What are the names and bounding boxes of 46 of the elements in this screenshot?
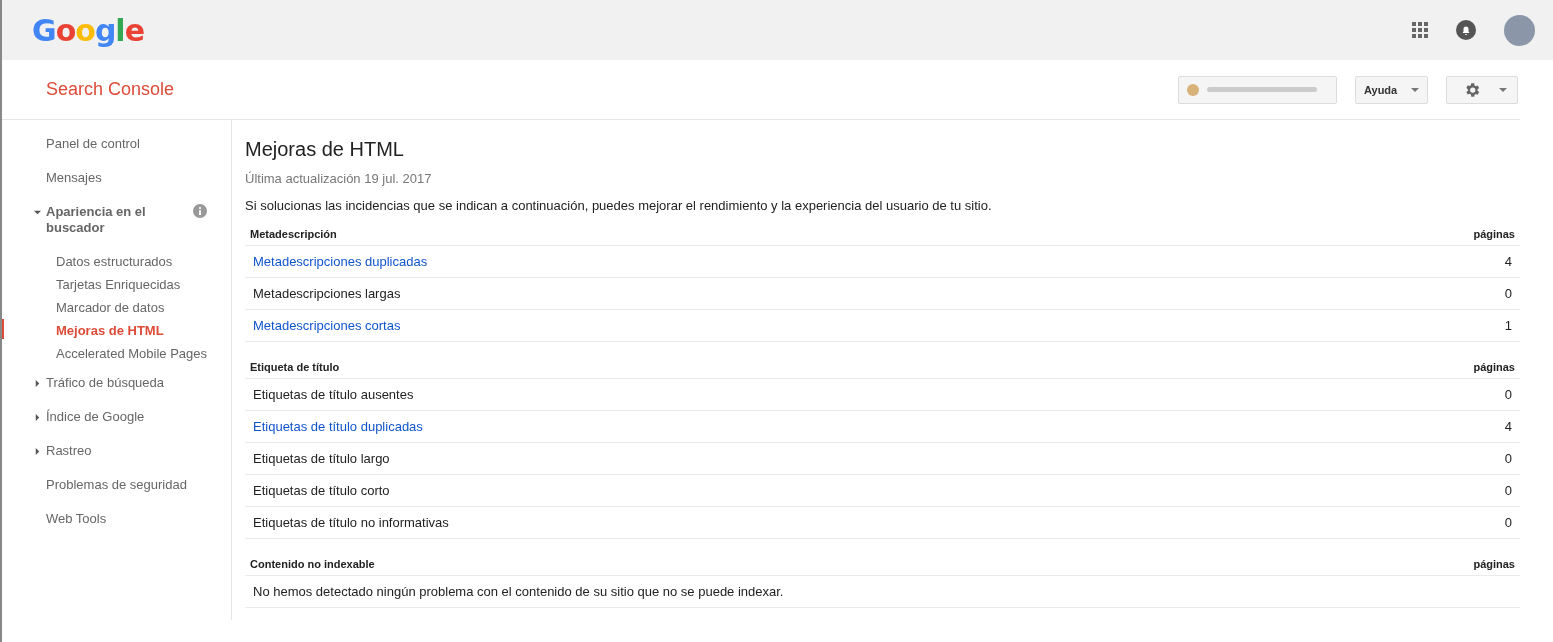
issue-link[interactable]: Metadescripciones duplicadas (253, 254, 428, 269)
status-message: No hemos detectado ningún problema con el contenido de su sitio que no se puede indexar. (253, 584, 784, 599)
sidebar-item[interactable]: Problemas de seguridad (2, 477, 231, 493)
issue-label: Etiquetas de título corto (253, 483, 390, 498)
page-count: 0 (1504, 483, 1512, 498)
sidebar-subitem[interactable]: Datos estructurados (2, 254, 231, 277)
sidebar-item[interactable]: Mensajes (2, 170, 231, 186)
logo[interactable]: Google (32, 12, 144, 48)
sidebar-subitem[interactable]: Accelerated Mobile Pages (2, 346, 231, 369)
sidebar-item[interactable]: Rastreo (2, 443, 231, 459)
column-heading: páginas (1473, 361, 1515, 373)
intro-text: Si solucionas las incidencias que se indican a continuación, puedes mejorar el rendimiento y la experiencia del usuario de tu sitio. (245, 198, 993, 213)
column-heading: páginas (1473, 558, 1515, 570)
issue-label: Metadescripciones largas (253, 286, 401, 301)
page-count: 1 (1504, 318, 1512, 333)
issue-link[interactable]: Etiquetas de título duplicadas (253, 419, 423, 434)
notifications-bell-icon[interactable] (1456, 20, 1476, 40)
settings-dropdown[interactable] (1446, 75, 1518, 104)
sidebar-item[interactable]: Panel de control (2, 136, 231, 152)
product-title[interactable]: Search Console (46, 79, 175, 100)
column-heading: páginas (1473, 228, 1515, 240)
sidebar-subitem[interactable]: Marcador de datos (2, 300, 231, 323)
page-count: 4 (1504, 254, 1512, 269)
help-dropdown[interactable]: Ayuda (1355, 75, 1428, 104)
section-heading: Etiqueta de título (250, 361, 340, 373)
sidebar-item[interactable]: Web Tools (2, 511, 231, 527)
avatar[interactable] (1504, 14, 1535, 46)
issue-link[interactable]: Metadescripciones cortas (253, 318, 401, 333)
sidebar-item[interactable]: Apariencia en el buscador (2, 204, 231, 236)
page-title: Mejoras de HTML (245, 138, 405, 161)
section-heading: Metadescripción (250, 228, 337, 240)
page-count: 0 (1504, 515, 1512, 530)
page-count: 0 (1504, 286, 1512, 301)
info-icon[interactable] (193, 204, 207, 218)
sidebar-item[interactable]: Tráfico de búsqueda (2, 375, 231, 391)
last-updated-text: Última actualización 19 jul. 2017 (245, 171, 433, 186)
page-count: 0 (1504, 387, 1512, 402)
issue-label: Etiquetas de título largo (253, 451, 390, 466)
issue-label: Etiquetas de título no informativas (253, 515, 449, 530)
apps-grid-icon[interactable] (1412, 22, 1428, 38)
section-heading: Contenido no indexable (250, 558, 375, 570)
page-count: 4 (1504, 419, 1512, 434)
issue-label: Etiquetas de título ausentes (253, 387, 414, 402)
page-count: 0 (1504, 451, 1512, 466)
sidebar-subitem[interactable]: Tarjetas Enriquecidas (2, 277, 231, 300)
sidebar-item[interactable]: Índice de Google (2, 409, 231, 425)
